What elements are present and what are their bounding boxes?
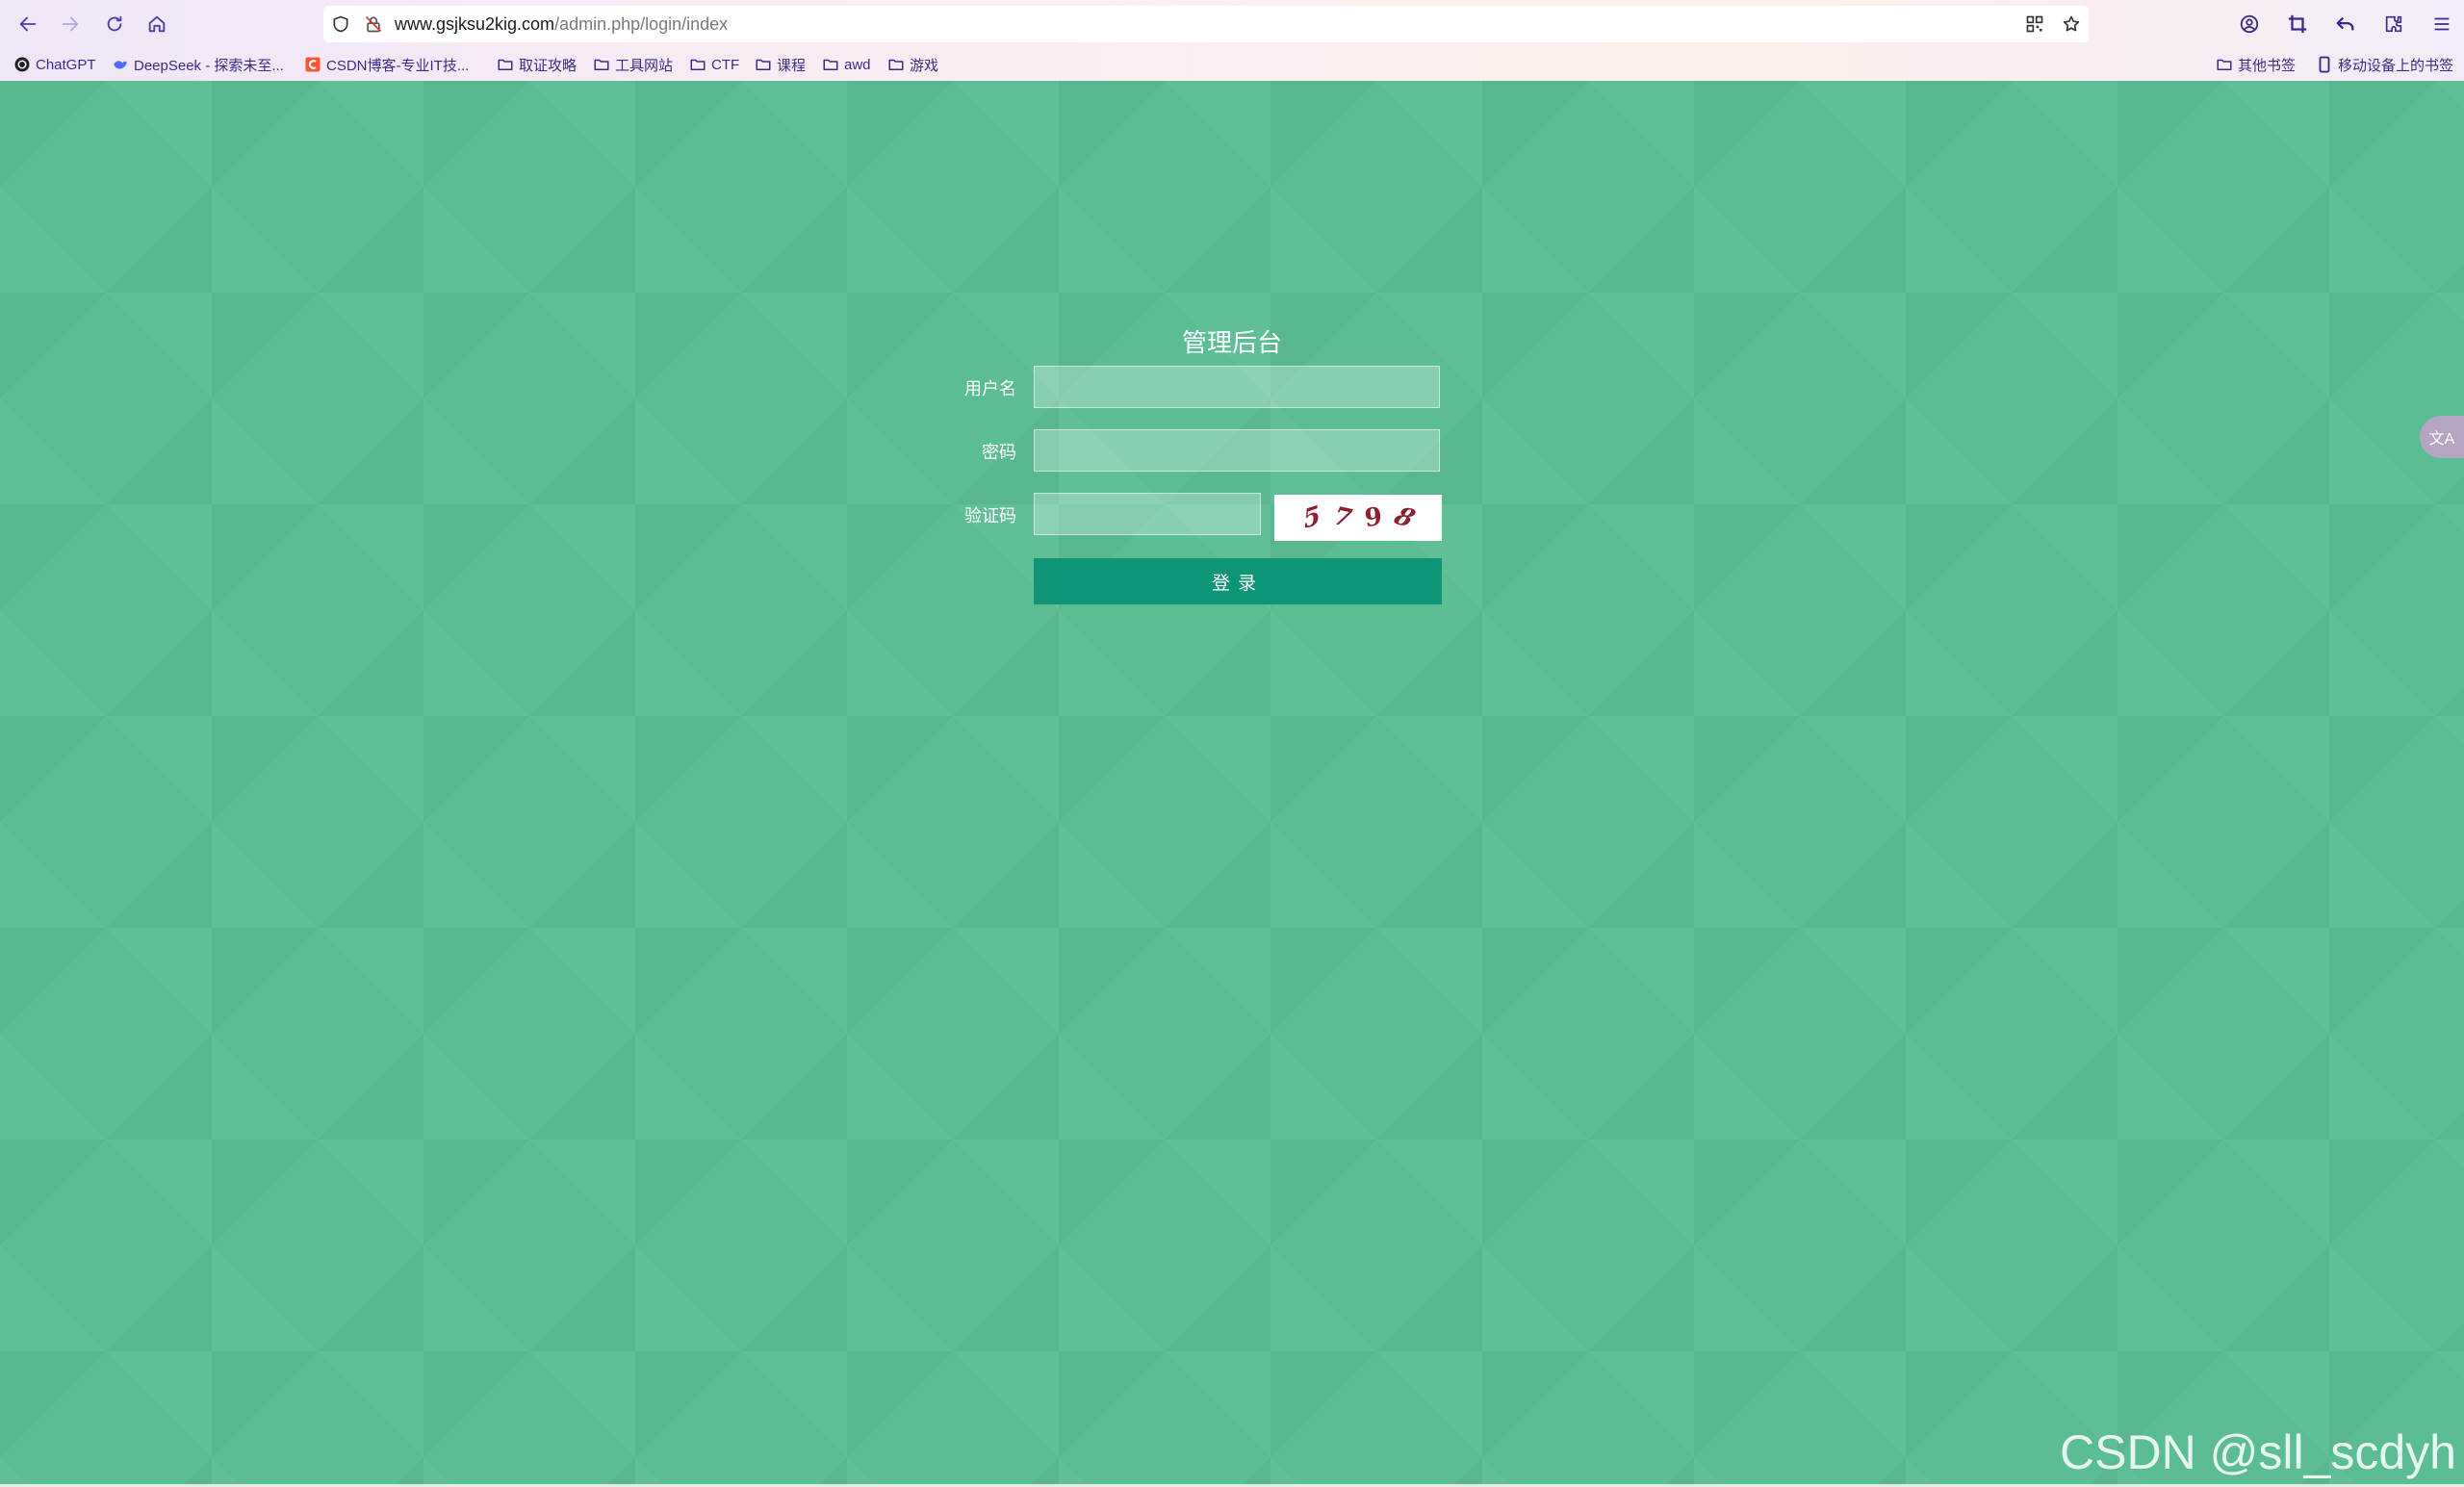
folder-icon (497, 56, 514, 73)
shield-icon[interactable] (331, 14, 350, 34)
bookmarks-bar: ChatGPT DeepSeek - 探索未至... CSDN博客-专业IT技.… (0, 50, 2464, 79)
browser-chrome: www.gsjksu2kig.com/admin.php/login/index… (0, 0, 2464, 82)
bookmark-label: 取证攻略 (519, 57, 578, 74)
translate-icon-text: 文A (2428, 431, 2455, 448)
extensions-icon[interactable] (2383, 10, 2404, 38)
bookmark-label: ChatGPT (36, 56, 96, 73)
bookmark-label: 课程 (777, 57, 807, 74)
browser-toolbar: www.gsjksu2kig.com/admin.php/login/index (0, 0, 2464, 48)
undo-icon[interactable] (2335, 10, 2356, 38)
password-label: 密码 (982, 443, 1016, 463)
chatgpt-icon (13, 56, 31, 73)
captcha-input[interactable] (1034, 493, 1261, 535)
crop-icon[interactable] (2287, 10, 2308, 38)
account-icon[interactable] (2239, 10, 2260, 38)
login-page: 管理后台 用户名 密码 验证码 5 7 9 8 登录 文A CSDN @sll_… (0, 81, 2464, 1484)
bookmark-other[interactable]: 其他书签 (2216, 54, 2296, 75)
bookmark-label: 工具网站 (615, 57, 674, 74)
url-text[interactable]: www.gsjksu2kig.com/admin.php/login/index (395, 6, 728, 42)
bookmark-csdn[interactable]: CSDN博客-专业IT技... (304, 54, 469, 75)
bookmark-folder[interactable]: 取证攻略 (497, 54, 577, 75)
csdn-icon (304, 56, 321, 73)
url-host: www.gsjksu2kig.com (395, 14, 555, 34)
mobile-icon (2316, 56, 2333, 73)
url-path: /admin.php/login/index (554, 14, 729, 34)
captcha-char: 8 (1389, 501, 1420, 534)
qr-code-icon[interactable] (2025, 14, 2044, 34)
folder-icon (755, 56, 772, 73)
watermark: CSDN @sll_scdyh (2060, 1425, 2456, 1479)
bookmark-star-icon[interactable] (2062, 14, 2081, 34)
bookmark-label: 其他书签 (2238, 57, 2297, 74)
bookmark-label: 游戏 (910, 57, 939, 74)
password-input[interactable] (1034, 429, 1440, 472)
bookmark-chatgpt[interactable]: ChatGPT (13, 54, 96, 75)
folder-icon (2216, 56, 2233, 73)
folder-icon (822, 56, 839, 73)
folder-icon (593, 56, 610, 73)
bookmark-folder[interactable]: CTF (689, 54, 739, 75)
forward-arrow-icon (62, 16, 79, 32)
username-input[interactable] (1034, 366, 1440, 408)
bookmark-folder[interactable]: 游戏 (887, 54, 938, 75)
bookmark-label: CSDN博客-专业IT技... (326, 57, 470, 74)
captcha-char: 5 (1301, 500, 1322, 535)
folder-icon (689, 56, 706, 73)
bookmark-label: CTF (711, 56, 740, 73)
bookmark-folder[interactable]: 工具网站 (593, 54, 673, 75)
bookmark-label: DeepSeek - 探索未至... (134, 57, 284, 74)
back-arrow-icon (19, 16, 37, 32)
menu-icon[interactable] (2431, 10, 2452, 38)
bookmark-label: awd (844, 56, 871, 73)
bookmark-label: 移动设备上的书签 (2338, 57, 2454, 74)
bookmark-mobile[interactable]: 移动设备上的书签 (2316, 54, 2453, 75)
reload-button[interactable] (100, 10, 129, 38)
page-title: 管理后台 (1181, 329, 1282, 358)
bookmark-folder[interactable]: awd (822, 54, 871, 75)
username-label: 用户名 (964, 379, 1016, 399)
captcha-char: 7 (1330, 501, 1354, 534)
address-bar[interactable]: www.gsjksu2kig.com/admin.php/login/index (323, 6, 2089, 42)
home-icon (148, 15, 166, 33)
bookmark-deepseek[interactable]: DeepSeek - 探索未至... (112, 54, 284, 75)
insecure-lock-icon[interactable] (364, 14, 383, 34)
captcha-char: 9 (1360, 502, 1387, 533)
captcha-image[interactable]: 5 7 9 8 (1274, 495, 1442, 541)
deepseek-icon (112, 56, 129, 73)
folder-icon (887, 56, 905, 73)
forward-button[interactable] (56, 10, 85, 38)
bookmark-folder[interactable]: 课程 (755, 54, 806, 75)
toolbar-right-tools (2239, 10, 2452, 38)
login-button[interactable]: 登录 (1034, 558, 1442, 604)
reload-icon (107, 15, 122, 32)
back-button[interactable] (13, 10, 42, 38)
translate-icon[interactable]: 文A (2420, 416, 2464, 458)
address-bar-actions (2025, 14, 2081, 34)
captcha-label: 验证码 (964, 506, 1016, 526)
home-button[interactable] (142, 10, 171, 38)
